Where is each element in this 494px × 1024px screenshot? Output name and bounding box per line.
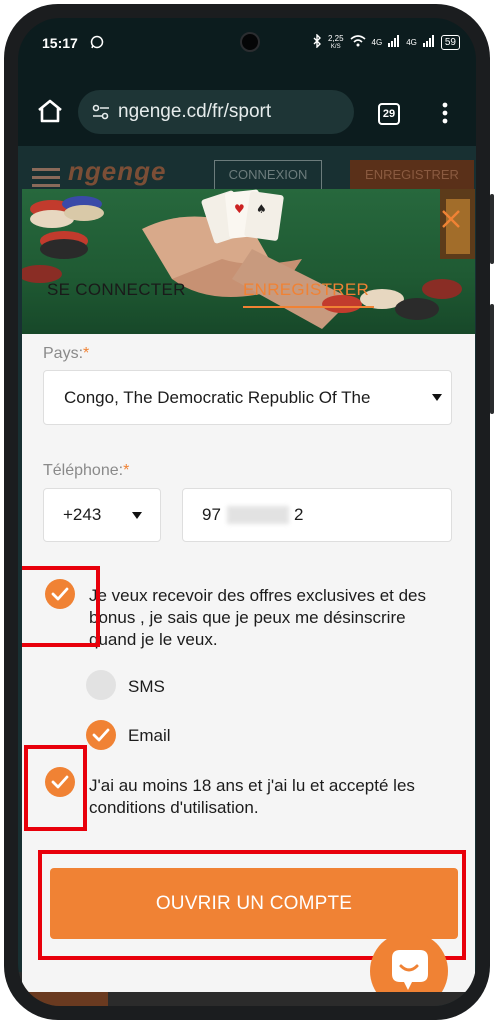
- address-bar[interactable]: ngenge.cd/fr/sport: [78, 90, 354, 134]
- country-label: Pays:*: [43, 345, 90, 362]
- url-text: ngenge.cd/fr/sport: [118, 101, 272, 122]
- volume-button: [490, 194, 494, 264]
- phone-number-input[interactable]: 97 2: [182, 488, 452, 542]
- phone-prefix-value: +243: [63, 505, 102, 524]
- svg-text:♥: ♥: [234, 202, 245, 216]
- country-value: Congo, The Democratic Republic Of The: [64, 388, 371, 407]
- header-register-button[interactable]: ENREGISTRER: [350, 160, 474, 190]
- browser-toolbar: ngenge.cd/fr/sport 29: [18, 76, 476, 146]
- phone-number-end: 2: [294, 505, 304, 524]
- whatsapp-icon: [90, 35, 104, 52]
- status-icons: 2,25 K/S 4G 4G 59: [313, 33, 460, 51]
- registration-modal: ♥ ♠ SE CONNECTER ENREGISTRER Pays:* Cong…: [22, 189, 475, 992]
- overflow-menu-icon[interactable]: [442, 102, 450, 124]
- header-login-button[interactable]: CONNEXION: [214, 160, 322, 190]
- chat-icon: [392, 950, 428, 990]
- phone-prefix-select[interactable]: +243: [43, 488, 161, 542]
- phone-frame: 15:17 2,25 K/S 4G 4G 59 ngenge.cd/fr/spo…: [4, 4, 494, 1020]
- casino-banner-image: ♥ ♠: [22, 189, 475, 329]
- tab-login[interactable]: SE CONNECTER: [47, 280, 186, 300]
- close-icon[interactable]: [440, 208, 462, 234]
- status-bar: 15:17 2,25 K/S 4G 4G 59: [18, 18, 476, 68]
- phone-label: Téléphone:*: [43, 462, 130, 479]
- sms-label: SMS: [128, 677, 165, 696]
- website-background: ngenge CONNEXION ENREGISTRER ♥ ♠ SE CONN…: [18, 146, 476, 1006]
- chevron-down-icon: [132, 510, 142, 522]
- country-select[interactable]: Congo, The Democratic Republic Of The: [43, 370, 452, 425]
- network-type-1: 4G: [371, 38, 383, 47]
- email-label: Email: [128, 726, 171, 745]
- bluetooth-icon: [313, 33, 322, 51]
- tab-switcher-button[interactable]: 29: [378, 103, 400, 125]
- modal-banner: ♥ ♠ SE CONNECTER ENREGISTRER: [22, 189, 475, 334]
- power-button: [490, 304, 494, 414]
- active-tab-indicator: [243, 306, 374, 308]
- chevron-down-icon: [432, 392, 442, 404]
- offers-consent-text: Je veux recevoir des offres exclusives e…: [89, 586, 427, 649]
- battery-indicator: 59: [440, 35, 460, 50]
- live-chat-button[interactable]: [370, 932, 448, 992]
- highlight-box-age-checkbox: [24, 745, 87, 831]
- svg-text:♠: ♠: [256, 202, 267, 216]
- site-logo: ngenge: [68, 156, 167, 186]
- sms-checkbox[interactable]: [86, 670, 116, 700]
- screen: 15:17 2,25 K/S 4G 4G 59 ngenge.cd/fr/spo…: [18, 18, 476, 1006]
- site-settings-icon[interactable]: [92, 104, 110, 123]
- age-consent-text: J'ai au moins 18 ans et j'ai lu et accep…: [89, 776, 415, 817]
- checkmark-icon: [92, 728, 110, 742]
- network-type-2: 4G: [406, 38, 417, 47]
- email-checkbox[interactable]: [86, 720, 116, 750]
- wifi-icon: [350, 35, 366, 50]
- signal-icon: [422, 35, 435, 50]
- status-time: 15:17: [42, 35, 78, 51]
- home-icon[interactable]: [36, 98, 64, 124]
- signal-icon: [388, 35, 400, 50]
- front-camera: [240, 32, 260, 52]
- highlight-box-offers-checkbox: [22, 566, 100, 647]
- blurred-digits: [227, 506, 289, 524]
- tab-register[interactable]: ENREGISTRER: [243, 280, 369, 300]
- network-speed: 2,25 K/S: [327, 33, 344, 50]
- phone-number-start: 97: [202, 505, 221, 524]
